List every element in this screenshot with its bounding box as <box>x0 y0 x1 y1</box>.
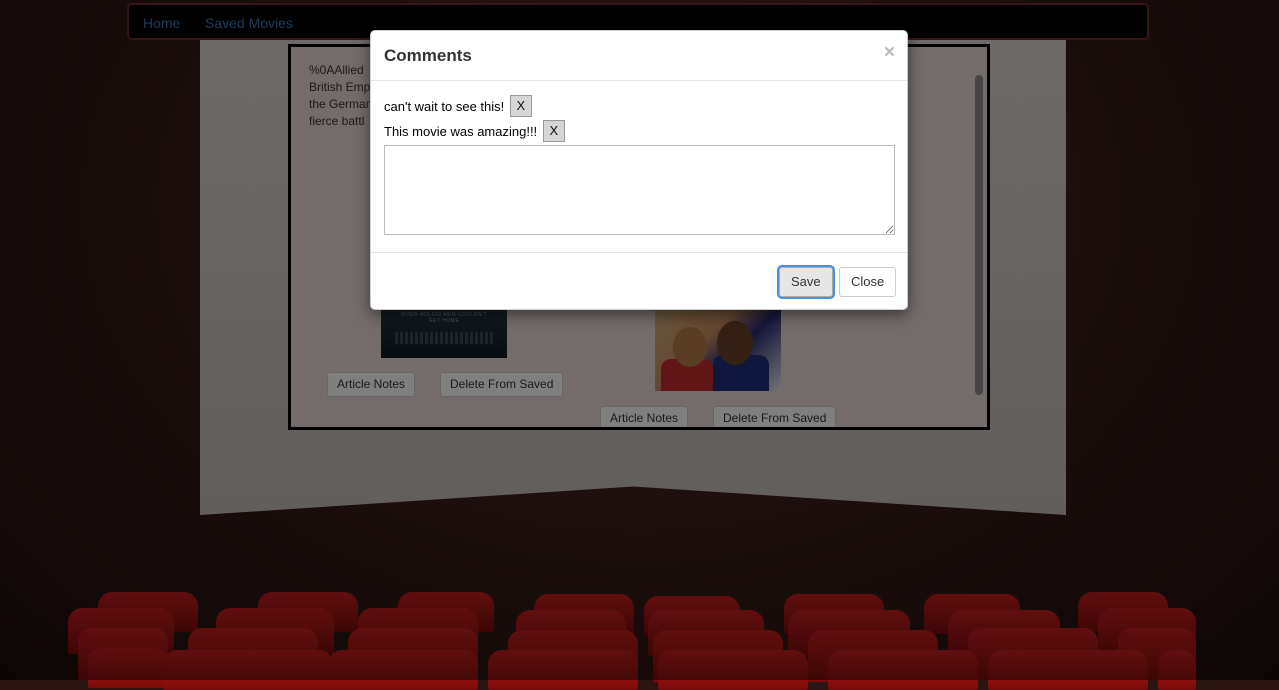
comments-modal: Comments × can't wait to see this! X Thi… <box>370 30 908 310</box>
save-button[interactable]: Save <box>779 267 833 297</box>
comment-item: can't wait to see this! X <box>384 95 532 117</box>
comment-item: This movie was amazing!!! X <box>384 120 565 142</box>
delete-comment-button[interactable]: X <box>509 95 532 117</box>
close-icon[interactable]: × <box>884 43 895 62</box>
modal-title: Comments <box>384 46 472 65</box>
new-comment-textarea[interactable] <box>384 145 895 235</box>
comment-text: This movie was amazing!!! <box>384 123 538 139</box>
close-button[interactable]: Close <box>839 267 897 297</box>
modal-footer: Save Close <box>371 252 907 310</box>
modal-header: Comments × <box>371 31 907 81</box>
comment-text: can't wait to see this! <box>384 98 505 114</box>
delete-comment-button[interactable]: X <box>542 120 565 142</box>
